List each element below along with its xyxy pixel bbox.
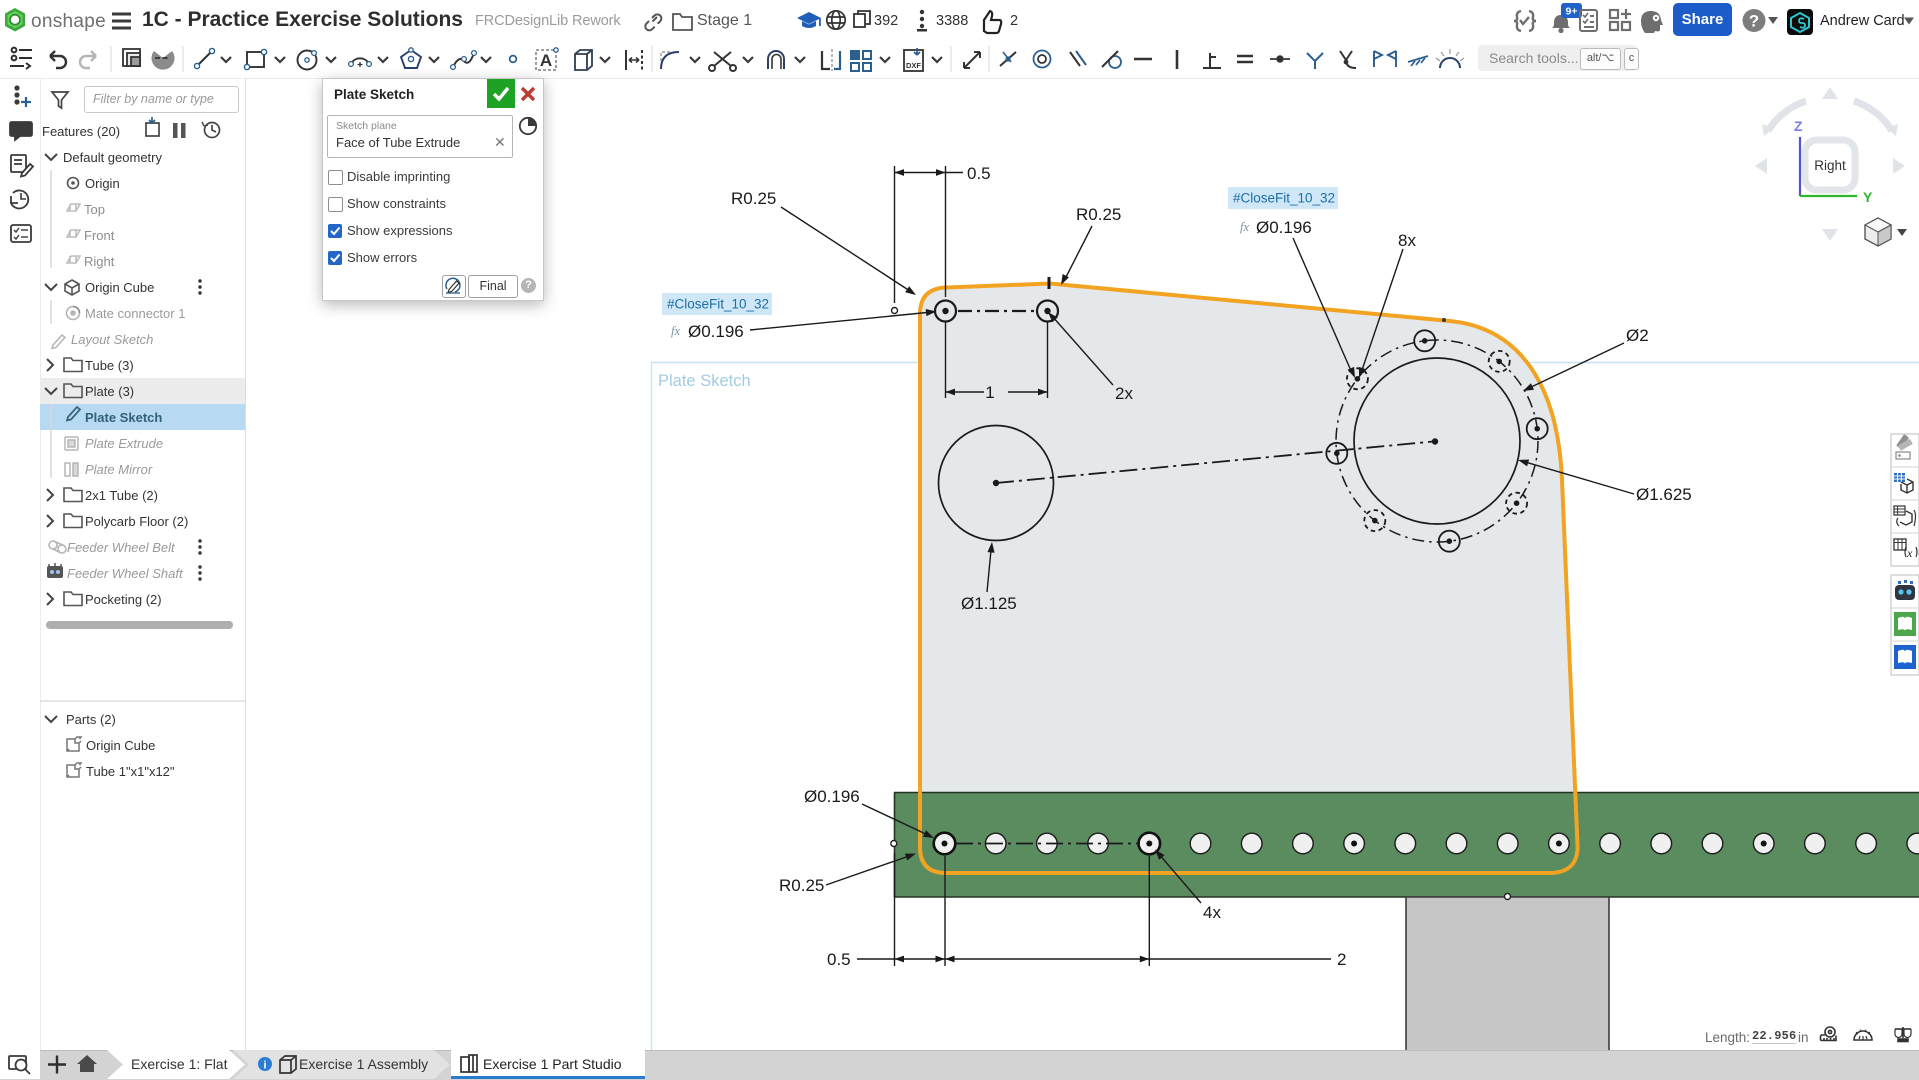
svg-text:#CloseFit_10_32: #CloseFit_10_32	[1233, 191, 1335, 206]
svg-text:fx: fx	[671, 324, 680, 338]
svg-text:x: x	[1906, 546, 1913, 560]
svg-text:DXF: DXF	[906, 61, 921, 70]
svg-text:#CloseFit_10_32: #CloseFit_10_32	[667, 297, 769, 312]
svg-text:R0.25: R0.25	[779, 876, 824, 895]
svg-text:Ø1.625: Ø1.625	[1636, 485, 1692, 504]
svg-text:fx: fx	[1240, 220, 1249, 234]
svg-text:Y: Y	[1863, 189, 1873, 205]
svg-text:Plate Sketch: Plate Sketch	[658, 372, 751, 390]
svg-text:Z: Z	[1794, 118, 1803, 134]
svg-text:Right: Right	[1814, 158, 1846, 173]
svg-text:4x: 4x	[1203, 903, 1221, 922]
svg-text:0.5: 0.5	[827, 950, 851, 969]
svg-text:2x: 2x	[1115, 384, 1133, 403]
svg-text:Ø1.125: Ø1.125	[961, 594, 1017, 613]
svg-text:Ø0.196: Ø0.196	[804, 787, 860, 806]
svg-text:i: i	[263, 1060, 266, 1072]
svg-text:0.5: 0.5	[967, 164, 991, 183]
svg-text:1: 1	[985, 383, 994, 402]
svg-text:Ø0.196: Ø0.196	[688, 322, 744, 341]
svg-text:R0.25: R0.25	[1076, 205, 1121, 224]
svg-text:A: A	[540, 51, 552, 70]
svg-text:9+: 9+	[1566, 6, 1578, 18]
svg-text:8x: 8x	[1398, 231, 1416, 250]
svg-text:Ø2: Ø2	[1626, 326, 1649, 345]
svg-text:?: ?	[1749, 12, 1759, 31]
svg-text:Ø0.196: Ø0.196	[1256, 218, 1312, 237]
svg-text:2: 2	[1337, 950, 1346, 969]
svg-text:R0.25: R0.25	[731, 189, 776, 208]
